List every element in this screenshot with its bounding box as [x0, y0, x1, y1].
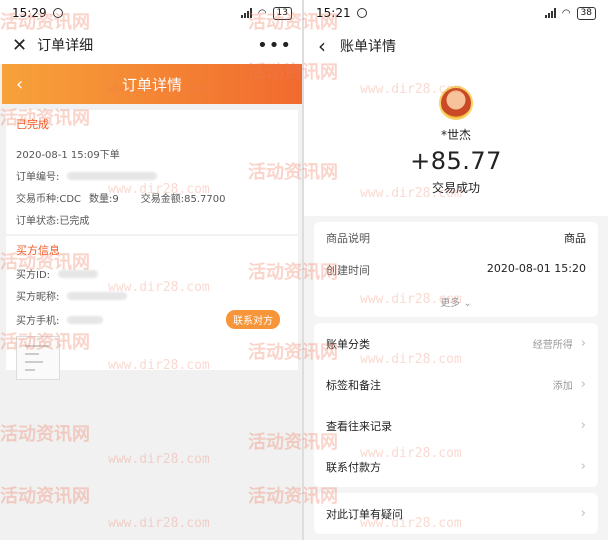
info-row: 创建时间 2020-08-01 15:20	[326, 262, 586, 278]
state-label: 订单状态:已完成	[16, 216, 90, 227]
status-time: 15:21	[316, 6, 351, 20]
menu-item-label: 查看往来记录	[326, 419, 392, 433]
close-icon[interactable]: ✕	[12, 35, 27, 56]
buyer-nick-label: 买方昵称:	[16, 292, 60, 303]
question-menu: 对此订单有疑问 ›	[314, 493, 598, 534]
contact-button[interactable]: 联系对方	[226, 310, 280, 329]
chevron-right-icon: ›	[580, 459, 586, 474]
signal-icon	[544, 8, 556, 18]
menu-item-history[interactable]: 查看往来记录 ›	[326, 405, 586, 446]
wifi-icon: ◠	[257, 7, 267, 19]
title-bar: ‹ 账单详情	[304, 26, 608, 66]
more-icon[interactable]: •••	[257, 35, 292, 56]
menu-item-label: 对此订单有疑问	[326, 507, 403, 521]
more-link[interactable]: 更多 ⌄	[326, 294, 586, 313]
buyer-phone-label: 买方手机:	[16, 316, 60, 327]
order-time: 2020-08-1 15:09下单	[16, 150, 120, 161]
menu-item-contact-payer[interactable]: 联系付款方 ›	[326, 446, 586, 487]
buyer-id-label: 买方ID:	[16, 270, 51, 281]
alarm-icon	[52, 8, 63, 18]
status-bar: 15:21 ◠ 38	[304, 0, 608, 26]
menu-item-tags[interactable]: 标签和备注 添加 ›	[326, 364, 586, 405]
page-title: 账单详情	[340, 39, 396, 55]
coin-label: 交易币种:CDC	[16, 194, 82, 205]
payment-proof-thumbnail[interactable]	[16, 336, 60, 380]
order-no-label: 订单编号:	[16, 172, 60, 183]
menu-item-question[interactable]: 对此订单有疑问 ›	[326, 493, 586, 534]
title-bar: ✕ 订单详细 •••	[0, 26, 304, 64]
more-label: 更多	[440, 298, 461, 309]
payer-name: *世杰	[440, 128, 471, 142]
avatar	[439, 86, 473, 120]
chevron-right-icon: ›	[580, 377, 586, 392]
status-bar: 15:29 ◠ 13	[0, 0, 304, 26]
action-menu: 账单分类 经营所得 › 标签和备注 添加 › 查看往来记录 › 联系付款方 ›	[314, 323, 598, 487]
menu-item-label: 账单分类	[326, 337, 370, 351]
info-value: 商品	[564, 232, 586, 245]
order-status: 已完成	[16, 118, 49, 131]
alarm-icon	[356, 8, 367, 18]
buyer-section-title: 买方信息	[16, 244, 60, 257]
signal-icon	[240, 8, 252, 18]
redacted-buyer-nick	[67, 291, 128, 300]
payment-summary: *世杰 +85.77 交易成功	[304, 66, 608, 216]
chevron-right-icon: ›	[580, 418, 586, 433]
status-time: 15:29	[12, 6, 47, 20]
menu-item-category[interactable]: 账单分类 经营所得 ›	[326, 323, 586, 364]
info-card: 商品说明 商品 创建时间 2020-08-01 15:20 更多 ⌄	[314, 222, 598, 317]
redacted-buyer-id	[58, 269, 99, 278]
battery-icon: 38	[576, 6, 596, 20]
info-label: 创建时间	[326, 264, 370, 277]
order-header: ‹ 订单详情	[2, 64, 302, 104]
menu-item-label: 联系付款方	[326, 460, 381, 474]
right-screenshot: 15:21 ◠ 38 ‹ 账单详情 *世杰 +85.77 交易成功 商品说明 商…	[304, 0, 608, 540]
battery-icon: 13	[272, 6, 292, 20]
redacted-buyer-phone	[67, 315, 104, 324]
info-label: 商品说明	[326, 232, 370, 245]
amount-label: 交易金额:85.7700	[140, 194, 226, 205]
info-row: 商品说明 商品	[326, 230, 586, 246]
transaction-status: 交易成功	[431, 181, 480, 195]
info-value: 2020-08-01 15:20	[486, 262, 586, 275]
page-title: 订单详细	[37, 38, 94, 54]
menu-item-label: 标签和备注	[326, 378, 381, 392]
amount: +85.77	[410, 147, 502, 175]
qty-label: 数量:9	[89, 194, 119, 205]
chevron-right-icon: ›	[580, 506, 586, 521]
chevron-right-icon: ›	[580, 336, 586, 351]
menu-item-hint: 经营所得	[532, 340, 573, 351]
chevron-down-icon: ⌄	[463, 298, 472, 309]
header-title: 订单详情	[121, 75, 182, 94]
back-icon[interactable]: ‹	[318, 34, 326, 58]
redacted-order-no	[67, 171, 158, 180]
wifi-icon: ◠	[561, 7, 571, 19]
buyer-card: 买方信息 买方ID: 买方昵称: 买方手机: 联系对方	[6, 236, 298, 380]
left-screenshot: 15:29 ◠ 13 ✕ 订单详细 ••• ‹ 订单详情 已完成 2020-08…	[0, 0, 304, 540]
order-card: 已完成 2020-08-1 15:09下单 订单编号: 交易币种:CDC 数量:…	[6, 110, 298, 234]
menu-item-hint: 添加	[552, 381, 573, 392]
